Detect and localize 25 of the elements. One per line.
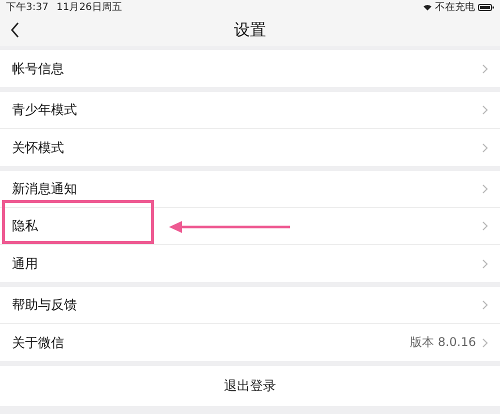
page-title: 设置	[234, 20, 266, 40]
chevron-icon	[482, 221, 488, 231]
chevron-icon	[482, 64, 488, 74]
settings-row[interactable]: 关怀模式	[0, 129, 500, 166]
settings-row[interactable]: 通用	[0, 245, 500, 282]
chevron-icon	[482, 184, 488, 194]
chevron-icon	[482, 300, 488, 310]
wifi-icon	[423, 4, 432, 10]
settings-row[interactable]: 隐私	[0, 208, 500, 245]
logout-button[interactable]: 退出登录	[0, 366, 500, 406]
settings-row[interactable]: 新消息通知	[0, 171, 500, 208]
settings-row[interactable]: 帐号信息	[0, 50, 500, 87]
settings-row[interactable]: 帮助与反馈	[0, 287, 500, 324]
charging-status: 不在充电	[435, 0, 475, 14]
chevron-icon	[482, 142, 488, 152]
battery-icon	[478, 4, 494, 10]
settings-row[interactable]: 青少年模式	[0, 92, 500, 129]
status-time: 下午3:37	[6, 1, 48, 14]
status-date: 11月26日周五	[56, 1, 122, 14]
back-icon	[10, 22, 20, 38]
version-text: 版本 8.0.16	[410, 334, 476, 351]
chevron-icon	[482, 258, 488, 268]
settings-row[interactable]: 关于微信 版本 8.0.16	[0, 324, 500, 361]
chevron-icon	[482, 105, 488, 115]
chevron-icon	[482, 338, 488, 348]
